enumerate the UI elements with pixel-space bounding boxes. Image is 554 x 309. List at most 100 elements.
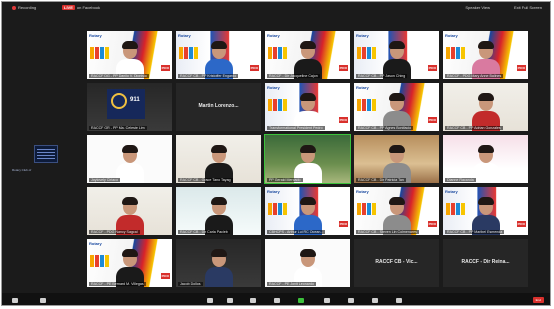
- grid-icon: [348, 298, 354, 303]
- participant-tile[interactable]: Rotary PICO RACCF - Dir Jacqueline Cajon: [265, 31, 350, 79]
- participant-tile[interactable]: Dianne Racanda: [443, 135, 528, 183]
- participant-tile[interactable]: Rotary PICO RACCF CB - PP Maribel Esmenda: [443, 187, 528, 235]
- participant-tile[interactable]: Rotary PICO CBHCPS - Arthur Lui RC Ocean..…: [265, 187, 350, 235]
- participant-tile[interactable]: RACCF - Dir Reina...: [443, 239, 528, 287]
- rotary-logo: Rotary: [89, 33, 102, 38]
- meeting-toolbar: End: [2, 293, 550, 305]
- chat-button[interactable]: [274, 298, 280, 303]
- mute-button[interactable]: [12, 298, 18, 303]
- speaker-view-button[interactable]: Speaker View: [465, 5, 490, 10]
- participant-name: RACCF CB - Dir Carla Pacleb: [178, 230, 230, 234]
- participant-tile[interactable]: RACCF CB - Vic...: [354, 239, 439, 287]
- participants-button[interactable]: [227, 298, 233, 303]
- participant-name: Dianne Racanda: [445, 178, 476, 182]
- brand-bars: [357, 99, 376, 111]
- participant-name: Transformational President Pedro: [267, 126, 325, 130]
- participant-name: RACCF CB - Grace Tano Tayag: [178, 178, 233, 182]
- share-screen-icon: [298, 298, 304, 303]
- shared-content-label: Rotary Club of: [12, 168, 32, 172]
- participant-name: RACCF CB - PP Maribel Esmenda: [445, 230, 505, 234]
- participant-tile[interactable]: Rotary PICO RACCF - PE Bernard M. Villegas: [87, 239, 172, 287]
- record-dot-icon: [12, 5, 16, 10]
- participant-tile[interactable]: RACCF CB - Dir Patricia Tan: [354, 135, 439, 183]
- participant-tile[interactable]: Joylovely Ciriaco: [87, 135, 172, 183]
- participant-name: PP Gerald Mercado: [267, 178, 303, 182]
- participant-tile[interactable]: RACCF - PE Jovit Leonardo: [265, 239, 350, 287]
- chart-icon: [250, 298, 256, 303]
- participant-name: RACCF CB - PP Kristoffer Engardo: [178, 74, 239, 78]
- participant-name: RACCF - Dir Jacqueline Cajon: [267, 74, 320, 78]
- record-button[interactable]: [324, 298, 330, 303]
- exit-fullscreen-button[interactable]: Exit Full Screen: [514, 5, 542, 10]
- participant-name: RACCF CB - PP Jason Ching: [356, 74, 408, 78]
- breakout-button[interactable]: [348, 298, 354, 303]
- participant-tile[interactable]: Rotary PICO RACCF CB - PP Kristoffer Engar…: [176, 31, 261, 79]
- pico-badge: PICO: [249, 65, 259, 71]
- pico-badge: PICO: [427, 65, 437, 71]
- brand-bars: [268, 99, 287, 111]
- participant-name: RACCF - PDG Mary Anne Balines: [445, 74, 504, 78]
- participant-name: RACCF CB - PP Adrian Gonzales: [445, 126, 503, 130]
- participant-name: RACCF DG - PP Danilo V. Dionisio: [89, 74, 149, 78]
- rotary-logo: Rotary: [178, 33, 191, 38]
- pico-badge: PICO: [338, 117, 348, 123]
- participant-tile[interactable]: Rotary PICO RACCF - PDG Mary Anne Balines: [443, 31, 528, 79]
- brand-bars: [446, 203, 465, 215]
- participant-tile[interactable]: Rotary PICO RACCF CB - PP Agnes Bonifacio: [354, 83, 439, 131]
- participant-tile[interactable]: Martin Lorenzo...: [176, 83, 261, 131]
- participant-name: RACCF CB - PP Agnes Bonifacio: [356, 126, 414, 130]
- security-button[interactable]: [207, 298, 213, 303]
- participant-tile[interactable]: Rotary PICO RACCF CB - Steven Lin Colmenar…: [354, 187, 439, 235]
- participant-tile[interactable]: 911 RACCF GR - PP Ma. Celeste Lim: [87, 83, 172, 131]
- end-meeting-button[interactable]: End: [532, 297, 544, 303]
- share-screen-button[interactable]: [298, 298, 304, 303]
- participant-tile[interactable]: RACCF CB - PP Adrian Gonzales: [443, 83, 528, 131]
- video-button[interactable]: [40, 298, 46, 303]
- club-seal-image: 911: [107, 89, 145, 119]
- participant-name: CBHCPS - Arthur Lui RC Ocean...: [267, 230, 326, 234]
- meeting-window: Recording LIVE on Facebook Speaker View …: [1, 1, 551, 306]
- rotary-logo: Rotary: [89, 241, 102, 246]
- brand-bars: [90, 255, 109, 267]
- smile-icon: [372, 298, 378, 303]
- recording-label: Recording: [18, 5, 37, 10]
- recording-indicator[interactable]: Recording: [12, 5, 36, 10]
- polls-button[interactable]: [250, 298, 256, 303]
- pico-badge: PICO: [160, 65, 170, 71]
- more-button[interactable]: [396, 298, 402, 303]
- participant-name-centered: RACCF CB - Vic...: [375, 259, 418, 265]
- pico-badge: PICO: [427, 221, 437, 227]
- pico-badge: PICO: [338, 65, 348, 71]
- pico-badge: PICO: [427, 117, 437, 123]
- shield-icon: [207, 298, 213, 303]
- participant-name: Joylovely Ciriaco: [89, 178, 120, 182]
- live-indicator[interactable]: LIVE on Facebook: [62, 5, 100, 10]
- rotary-logo: Rotary: [267, 189, 280, 194]
- participant-tile[interactable]: RACCF CB - Grace Tano Tayag: [176, 135, 261, 183]
- participant-name: RACCF - PDG Nancy Sagcal: [89, 230, 140, 234]
- ring-icon: [111, 93, 127, 109]
- live-badge: LIVE: [62, 5, 75, 10]
- rotary-logo: Rotary: [267, 33, 280, 38]
- participant-tile[interactable]: Rotary PICO Transformational President Ped…: [265, 83, 350, 131]
- participant-tile[interactable]: Rotary PICO RACCF DG - PP Danilo V. Dionis…: [87, 31, 172, 79]
- brand-bars: [268, 47, 287, 59]
- shared-content-thumbnail[interactable]: [34, 145, 58, 163]
- participant-name: Jacob Dollos: [178, 282, 203, 286]
- microphone-icon: [12, 298, 18, 303]
- participant-tile[interactable]: RACCF - PDG Nancy Sagcal: [87, 187, 172, 235]
- pico-badge: PICO: [160, 273, 170, 279]
- participant-tile[interactable]: RACCF CB - Dir Carla Pacleb: [176, 187, 261, 235]
- top-status-bar: Recording LIVE on Facebook Speaker View …: [2, 2, 550, 12]
- participant-tile[interactable]: Jacob Dollos: [176, 239, 261, 287]
- pico-badge: PICO: [338, 221, 348, 227]
- participant-tile[interactable]: Rotary PICO RACCF CB - PP Jason Ching: [354, 31, 439, 79]
- participant-tile[interactable]: PP Gerald Mercado: [264, 134, 351, 184]
- rotary-logo: Rotary: [445, 189, 458, 194]
- reactions-button[interactable]: [372, 298, 378, 303]
- pico-badge: PICO: [516, 221, 526, 227]
- participant-name-centered: RACCF - Dir Reina...: [461, 259, 510, 265]
- participant-name: RACCF CB - Steven Lin Colmenares: [356, 230, 419, 234]
- rotary-logo: Rotary: [445, 33, 458, 38]
- rotary-logo: Rotary: [267, 85, 280, 90]
